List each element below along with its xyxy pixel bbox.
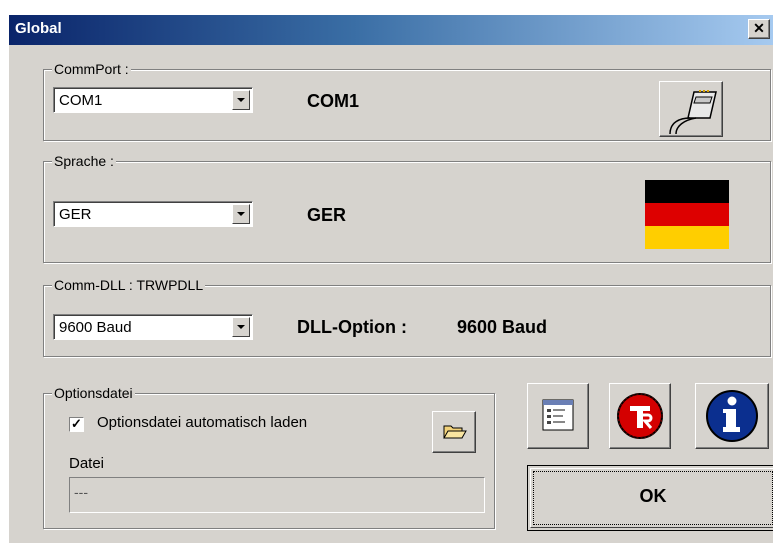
close-icon: ✕ xyxy=(753,20,765,36)
datei-field-value: --- xyxy=(74,484,88,500)
commport-select[interactable]: COM1 xyxy=(53,87,253,113)
commport-selected-value: COM1 xyxy=(59,92,103,109)
commport-connect-button[interactable] xyxy=(659,81,723,137)
open-folder-icon xyxy=(443,425,467,439)
autoload-checkbox[interactable]: ✓ xyxy=(69,417,84,432)
sprache-select[interactable]: GER xyxy=(53,201,253,227)
browse-file-button[interactable] xyxy=(432,411,476,453)
sprache-legend: Sprache : xyxy=(52,153,116,170)
ok-button[interactable]: OK xyxy=(527,465,773,531)
commdll-legend: Comm-DLL : TRWPDLL xyxy=(52,277,206,294)
sprache-status: GER xyxy=(307,205,347,225)
serial-cable-icon xyxy=(669,90,717,135)
tr-logo-icon xyxy=(617,393,663,439)
chevron-down-icon[interactable] xyxy=(232,90,250,110)
baud-select[interactable]: 9600 Baud xyxy=(53,314,253,340)
tr-logo-button[interactable] xyxy=(609,383,671,449)
sprache-selected-value: GER xyxy=(59,206,92,223)
title-bar[interactable]: Global ✕ xyxy=(9,15,773,45)
settings-button[interactable] xyxy=(527,383,589,449)
dll-option-label: DLL-Option : xyxy=(297,317,407,337)
close-button[interactable]: ✕ xyxy=(748,19,770,39)
info-icon xyxy=(706,390,758,442)
chevron-down-icon[interactable] xyxy=(232,204,250,224)
datei-label: Datei xyxy=(69,455,105,472)
chevron-down-icon[interactable] xyxy=(232,317,250,337)
window-settings-icon xyxy=(542,399,574,431)
autoload-label: Optionsdatei automatisch laden xyxy=(97,414,308,431)
global-dialog: Global ✕ CommPort : COM1 COM1 Sprache : … xyxy=(8,14,773,543)
window-title: Global xyxy=(15,20,62,37)
optionsdatei-legend: Optionsdatei xyxy=(52,385,135,402)
german-flag-icon xyxy=(645,180,729,249)
datei-field[interactable]: --- xyxy=(69,477,485,513)
baud-selected-value: 9600 Baud xyxy=(59,319,132,336)
dll-option-value: 9600 Baud xyxy=(457,317,548,337)
commport-status: COM1 xyxy=(307,91,360,111)
ok-label: OK xyxy=(639,486,667,506)
info-button[interactable] xyxy=(695,383,769,449)
commport-legend: CommPort : xyxy=(52,61,131,78)
